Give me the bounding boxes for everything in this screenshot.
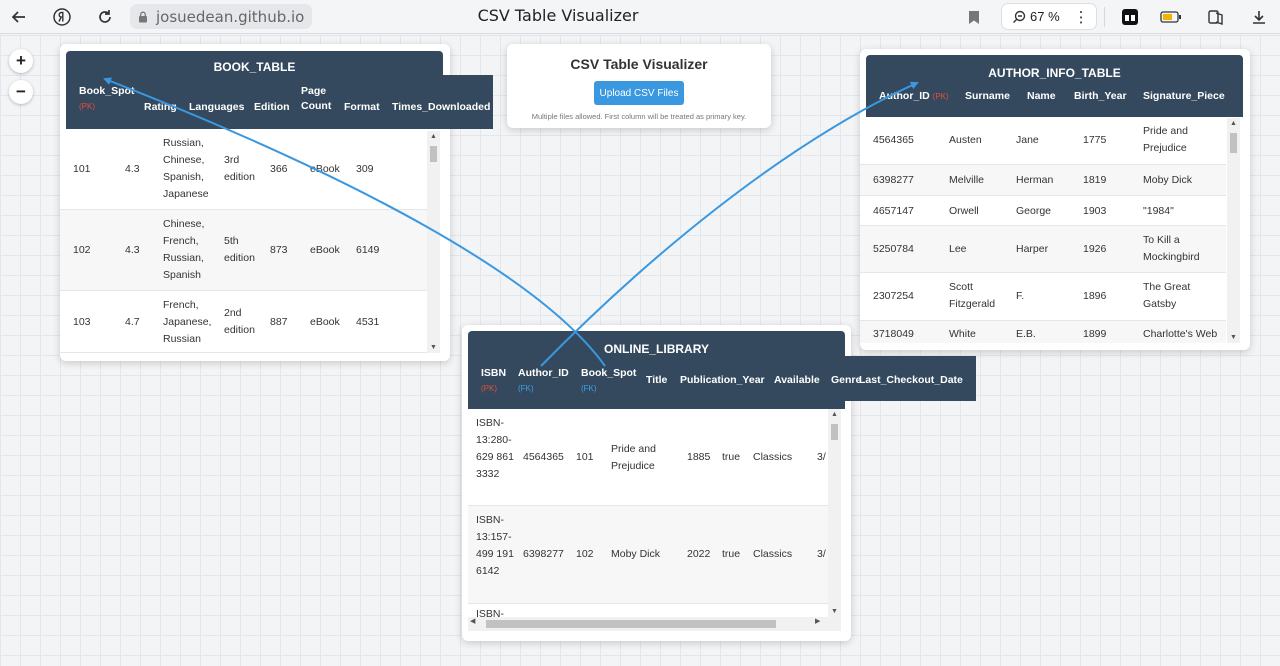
arrow-left-icon [11,11,25,23]
download-icon [1253,11,1265,24]
lock-icon [139,11,147,22]
battery-button[interactable] [1160,6,1182,28]
yandex-icon [53,8,71,26]
extension-button[interactable] [1119,6,1141,28]
menu-icon[interactable]: ⋮ [1074,8,1089,26]
connector-book-spot [103,77,606,367]
bookmark-icon [969,10,979,24]
toolbar-divider [1104,7,1105,27]
yandex-button[interactable] [49,5,75,29]
zoom-indicator[interactable]: 67 % ⋮ [1001,3,1097,30]
relationship-lines [103,77,919,367]
reload-icon [99,10,111,23]
reload-button[interactable] [92,5,118,29]
diagram-canvas[interactable]: + − BOOK_TABLE Book_Spot (PK) Rating Lang… [0,35,1280,666]
url-text: josuedean.github.io [156,7,305,26]
battery-icon [1160,11,1181,23]
download-button[interactable] [1248,6,1270,28]
bookmark-button[interactable] [963,6,985,28]
back-button[interactable] [6,5,32,29]
page-title: CSV Table Visualizer [477,6,639,25]
zoom-level: 67 % [1030,9,1060,24]
zoom-out-icon [1013,10,1026,23]
reader-button[interactable] [1205,6,1227,28]
browser-toolbar: josuedean.github.io CSV Table Visualizer… [0,0,1280,34]
address-bar[interactable]: josuedean.github.io [130,4,312,29]
reader-icon [1208,10,1223,25]
connector-author-id [540,81,919,367]
extension-icon [1122,9,1138,25]
